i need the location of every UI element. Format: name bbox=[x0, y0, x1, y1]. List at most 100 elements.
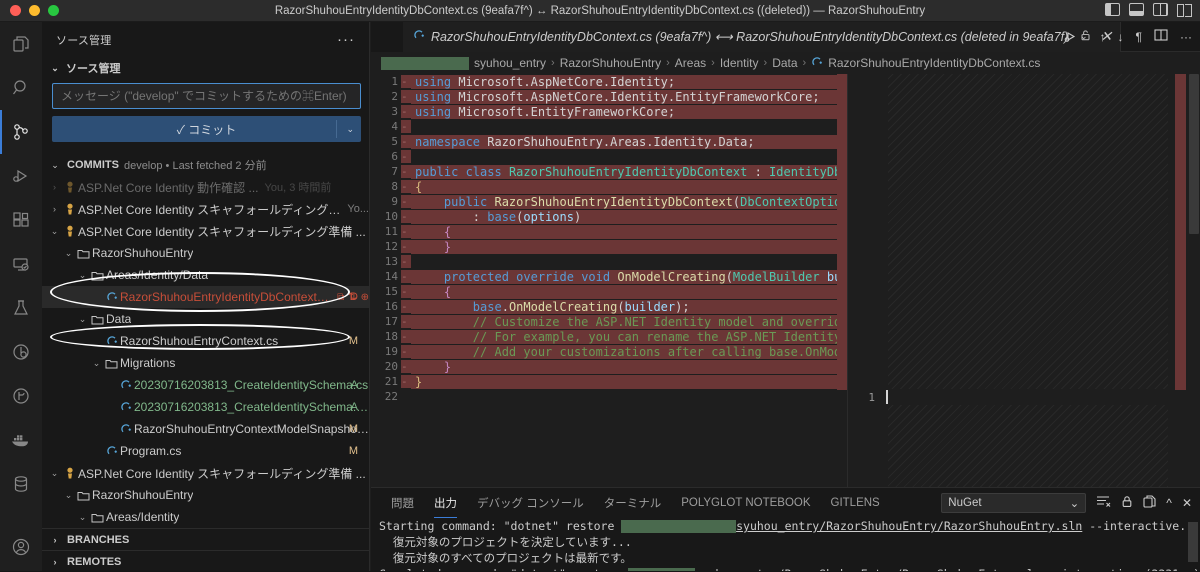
source-control-section-header[interactable]: ⌄ ソース管理 bbox=[42, 57, 369, 79]
toggle-whitespace-icon[interactable]: ¶ bbox=[1136, 30, 1142, 44]
breadcrumb-item[interactable]: syuhou_entry bbox=[474, 56, 546, 70]
panel-scrollbar-thumb[interactable] bbox=[1188, 522, 1198, 562]
commit-row[interactable]: › ASP.Net Core Identity スキャフォールディング ... Yo… bbox=[42, 198, 369, 220]
panel-tab[interactable]: POLYGLOT NOTEBOOK bbox=[671, 488, 820, 518]
activity-git-graph[interactable] bbox=[0, 374, 42, 418]
next-change-icon[interactable]: ↓ bbox=[1118, 30, 1124, 44]
commit-row[interactable]: ⌄ ASP.Net Core Identity スキャフォールディング準備 ... bbox=[42, 220, 369, 242]
toggle-secondary-sidebar-icon[interactable] bbox=[1153, 3, 1168, 16]
file-row[interactable]: RazorShuhouEntryContext.cs M bbox=[42, 330, 369, 352]
commits-tree[interactable]: › ASP.Net Core Identity 動作確認 ... You, 3 時間… bbox=[42, 176, 369, 528]
file-row[interactable]: 20230716203813_CreateIdentitySchema.cs A bbox=[42, 374, 369, 396]
diff-pane-modified[interactable]: 1 bbox=[847, 74, 1200, 487]
activity-accounts[interactable] bbox=[0, 528, 42, 572]
maximize-window-button[interactable] bbox=[48, 5, 59, 16]
chevron-down-icon[interactable]: ⌄ bbox=[48, 226, 61, 237]
output-path-link[interactable]: syuhou_entry/RazorShuhouEntry/RazorShuho… bbox=[736, 519, 1082, 533]
activity-run-and-debug[interactable] bbox=[0, 154, 42, 198]
commit-button[interactable]: ✓ コミット ⌄ bbox=[52, 116, 361, 142]
globe-icon[interactable]: ⊕ bbox=[361, 292, 369, 303]
chevron-down-icon[interactable]: ⌄ bbox=[76, 270, 89, 281]
run-or-debug-icon[interactable]: ⌄ bbox=[1064, 30, 1088, 43]
activity-source-control[interactable] bbox=[0, 110, 42, 154]
chevron-down-icon[interactable]: ⌄ bbox=[76, 314, 89, 325]
folder-row[interactable]: ⌄ RazorShuhouEntry bbox=[42, 242, 369, 264]
activity-search[interactable] bbox=[0, 66, 42, 110]
chevron-down-icon[interactable]: ⌄ bbox=[62, 248, 75, 259]
toggle-primary-sidebar-icon[interactable] bbox=[1105, 3, 1120, 16]
diff-sign: - bbox=[401, 315, 411, 328]
activity-explorer[interactable] bbox=[0, 22, 42, 66]
sidebar-section-remotes[interactable]: › REMOTES bbox=[42, 550, 369, 572]
more-actions-icon[interactable]: ··· bbox=[1180, 30, 1192, 44]
open-file-icon[interactable]: ⧉ bbox=[337, 292, 344, 303]
clear-output-icon[interactable] bbox=[1096, 495, 1111, 511]
commit-row[interactable]: › ASP.Net Core Identity 動作確認 ... You, 3 時間… bbox=[42, 176, 369, 198]
chevron-right-icon[interactable]: › bbox=[48, 182, 61, 192]
breadcrumb-item[interactable]: Data bbox=[772, 56, 797, 70]
editor-tab-actions[interactable]: ⌄ ↑ ↓ ¶ ··· bbox=[1064, 29, 1192, 44]
minimize-window-button[interactable] bbox=[29, 5, 40, 16]
source-control-icon bbox=[11, 122, 31, 142]
editor-scrollbar-thumb[interactable] bbox=[1189, 74, 1199, 234]
collapsed-sections: › BRANCHES › REMOTES bbox=[42, 528, 369, 572]
previous-change-icon[interactable]: ↑ bbox=[1100, 30, 1106, 44]
layout-controls[interactable] bbox=[1105, 3, 1192, 17]
chevron-down-icon[interactable]: ⌄ bbox=[48, 468, 61, 479]
close-window-button[interactable] bbox=[10, 5, 21, 16]
activity-gitlens[interactable] bbox=[0, 330, 42, 374]
window-traffic-lights[interactable] bbox=[0, 5, 59, 16]
editor-scrollbar[interactable] bbox=[1186, 74, 1200, 487]
activity-remote-explorer[interactable] bbox=[0, 242, 42, 286]
chevron-down-icon[interactable]: ⌄ bbox=[62, 490, 75, 501]
output-channel-select[interactable]: NuGet ⌄ bbox=[941, 493, 1087, 513]
commit-row[interactable]: ⌄ ASP.Net Core Identity スキャフォールディング準備 ... bbox=[42, 462, 369, 484]
diff-pane-original[interactable]: 1- using Microsoft.AspNetCore.Identity; 2-… bbox=[371, 74, 847, 487]
panel-tab[interactable]: ターミナル bbox=[594, 488, 672, 518]
chevron-down-icon[interactable]: ⌄ bbox=[346, 124, 354, 135]
breadcrumb[interactable]: syuhou_entry › RazorShuhouEntry › Areas › Iden… bbox=[371, 52, 1200, 74]
breadcrumb-item[interactable]: RazorShuhouEntryIdentityDbContext.cs bbox=[828, 56, 1040, 70]
chevron-down-icon: ⌄ bbox=[51, 159, 59, 170]
breadcrumb-item[interactable]: RazorShuhouEntry bbox=[560, 56, 661, 70]
activity-extensions[interactable] bbox=[0, 198, 42, 242]
chevron-down-icon[interactable]: ⌄ bbox=[90, 358, 103, 369]
panel-tab[interactable]: 出力 bbox=[424, 488, 467, 518]
breadcrumb-item[interactable]: Areas bbox=[675, 56, 706, 70]
folder-row[interactable]: ⌄ Migrations bbox=[42, 352, 369, 374]
lock-scroll-icon[interactable] bbox=[1121, 495, 1133, 511]
file-row[interactable]: 20230716203813_CreateIdentitySchema.Desi… bbox=[42, 396, 369, 418]
split-editor-icon[interactable] bbox=[1154, 29, 1168, 44]
chevron-down-icon[interactable]: ⌄ bbox=[76, 512, 89, 523]
commit-message-input[interactable] bbox=[52, 83, 361, 109]
open-in-editor-icon[interactable] bbox=[1143, 495, 1156, 511]
folder-row[interactable]: ⌄ Areas/Identity/Data bbox=[42, 264, 369, 286]
panel-tab[interactable]: 問題 bbox=[381, 488, 424, 518]
modified-line-1[interactable]: 1 bbox=[848, 389, 1168, 405]
output-content[interactable]: Starting command: "dotnet" restore syuho… bbox=[371, 518, 1200, 572]
folder-row[interactable]: ⌄ Areas/Identity bbox=[42, 506, 369, 528]
panel-tab[interactable]: GITLENS bbox=[821, 488, 890, 518]
maximize-panel-icon[interactable]: ^ bbox=[1166, 496, 1172, 510]
sidebar-more-actions-icon[interactable]: ··· bbox=[337, 31, 355, 48]
overview-ruler[interactable] bbox=[1175, 74, 1186, 487]
commits-section-header[interactable]: ⌄ COMMITS develop • Last fetched 2 分前 bbox=[42, 154, 369, 176]
activity-database[interactable] bbox=[0, 462, 42, 506]
file-row[interactable]: Program.cs M bbox=[42, 440, 369, 462]
toggle-panel-icon[interactable] bbox=[1129, 3, 1144, 16]
close-panel-icon[interactable]: ✕ bbox=[1182, 496, 1192, 510]
file-row[interactable]: RazorShuhouEntryContextModelSnapshot.cs M bbox=[42, 418, 369, 440]
activity-docker[interactable] bbox=[0, 418, 42, 462]
customize-layout-icon[interactable] bbox=[1177, 3, 1192, 17]
sidebar-section-branches[interactable]: › BRANCHES bbox=[42, 528, 369, 550]
panel-actions[interactable]: NuGet ⌄ ^ ✕ bbox=[941, 488, 1192, 518]
editor-tab-diff[interactable]: RazorShuhouEntryIdentityDbContext.cs (9e… bbox=[403, 21, 1122, 52]
folder-row[interactable]: ⌄ RazorShuhouEntry bbox=[42, 484, 369, 506]
breadcrumb-item[interactable]: Identity bbox=[720, 56, 759, 70]
file-row[interactable]: RazorShuhouEntryIdentityDbContext.cs ⧉ ⇅ ⊕ D bbox=[42, 286, 369, 308]
docker-icon bbox=[10, 430, 32, 450]
panel-tab[interactable]: デバッグ コンソール bbox=[467, 488, 594, 518]
activity-testing[interactable] bbox=[0, 286, 42, 330]
chevron-right-icon[interactable]: › bbox=[48, 204, 61, 214]
folder-row[interactable]: ⌄ Data bbox=[42, 308, 369, 330]
